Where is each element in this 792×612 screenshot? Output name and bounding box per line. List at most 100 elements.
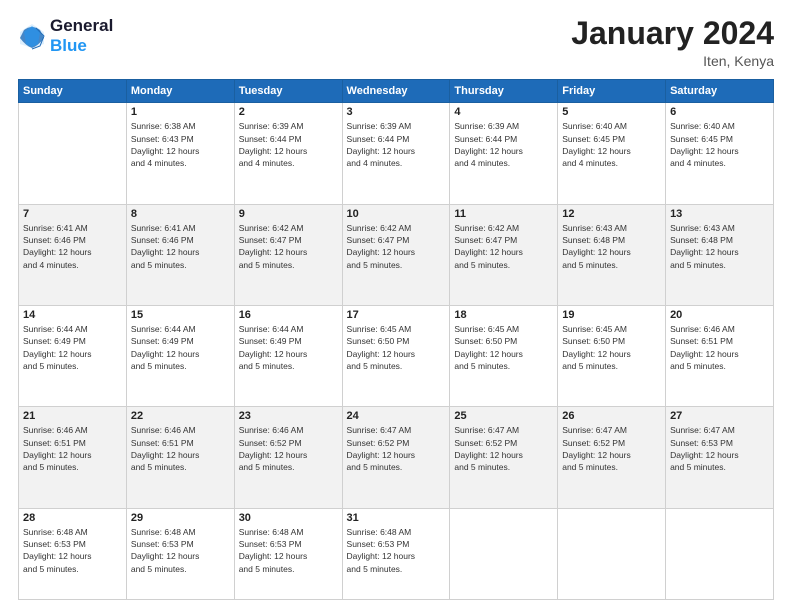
location-subtitle: Iten, Kenya bbox=[571, 53, 774, 69]
col-sunday: Sunday bbox=[19, 80, 127, 103]
day-number: 25 bbox=[454, 410, 553, 422]
day-info: Sunrise: 6:47 AM Sunset: 6:53 PM Dayligh… bbox=[670, 424, 769, 473]
day-info: Sunrise: 6:43 AM Sunset: 6:48 PM Dayligh… bbox=[670, 222, 769, 271]
day-info: Sunrise: 6:39 AM Sunset: 6:44 PM Dayligh… bbox=[239, 120, 338, 169]
day-number: 20 bbox=[670, 309, 769, 321]
day-number: 8 bbox=[131, 208, 230, 220]
day-info: Sunrise: 6:48 AM Sunset: 6:53 PM Dayligh… bbox=[347, 526, 446, 575]
table-cell: 17 Sunrise: 6:45 AM Sunset: 6:50 PM Dayli… bbox=[342, 305, 450, 406]
table-cell: 18Sunrise: 6:45 AM Sunset: 6:50 PM Dayli… bbox=[450, 305, 558, 406]
day-number: 24 bbox=[347, 410, 446, 422]
table-cell: 25Sunrise: 6:47 AM Sunset: 6:52 PM Dayli… bbox=[450, 407, 558, 508]
day-number: 5 bbox=[562, 106, 661, 118]
day-number: 14 bbox=[23, 309, 122, 321]
day-number: 26 bbox=[562, 410, 661, 422]
day-number: 28 bbox=[23, 512, 122, 524]
day-info: Sunrise: 6:48 AM Sunset: 6:53 PM Dayligh… bbox=[23, 526, 122, 575]
day-number: 4 bbox=[454, 106, 553, 118]
day-number: 22 bbox=[131, 410, 230, 422]
day-number: 11 bbox=[454, 208, 553, 220]
day-number: 1 bbox=[131, 106, 230, 118]
day-info: Sunrise: 6:45 AM Sunset: 6:50 PM Dayligh… bbox=[347, 323, 446, 372]
calendar-table: Sunday Monday Tuesday Wednesday Thursday… bbox=[18, 79, 774, 600]
table-cell: 22 Sunrise: 6:46 AM Sunset: 6:51 PM Dayli… bbox=[126, 407, 234, 508]
day-info: Sunrise: 6:41 AM Sunset: 6:46 PM Dayligh… bbox=[23, 222, 122, 271]
col-wednesday: Wednesday bbox=[342, 80, 450, 103]
day-info: Sunrise: 6:42 AM Sunset: 6:47 PM Dayligh… bbox=[347, 222, 446, 271]
table-cell: 20 Sunrise: 6:46 AM Sunset: 6:51 PM Dayli… bbox=[666, 305, 774, 406]
day-info: Sunrise: 6:40 AM Sunset: 6:45 PM Dayligh… bbox=[670, 120, 769, 169]
day-number: 30 bbox=[239, 512, 338, 524]
col-thursday: Thursday bbox=[450, 80, 558, 103]
day-number: 29 bbox=[131, 512, 230, 524]
table-cell: 12Sunrise: 6:43 AM Sunset: 6:48 PM Dayli… bbox=[558, 204, 666, 305]
day-info: Sunrise: 6:39 AM Sunset: 6:44 PM Dayligh… bbox=[454, 120, 553, 169]
calendar-header-row: Sunday Monday Tuesday Wednesday Thursday… bbox=[19, 80, 774, 103]
table-cell: 3 Sunrise: 6:39 AM Sunset: 6:44 PM Daylig… bbox=[342, 103, 450, 204]
table-cell: 26Sunrise: 6:47 AM Sunset: 6:52 PM Dayli… bbox=[558, 407, 666, 508]
day-number: 21 bbox=[23, 410, 122, 422]
day-number: 31 bbox=[347, 512, 446, 524]
day-info: Sunrise: 6:40 AM Sunset: 6:45 PM Dayligh… bbox=[562, 120, 661, 169]
table-cell: 4 Sunrise: 6:39 AM Sunset: 6:44 PM Daylig… bbox=[450, 103, 558, 204]
day-info: Sunrise: 6:46 AM Sunset: 6:51 PM Dayligh… bbox=[131, 424, 230, 473]
day-number: 12 bbox=[562, 208, 661, 220]
day-number: 9 bbox=[239, 208, 338, 220]
calendar-week-row: 1 Sunrise: 6:38 AM Sunset: 6:43 PM Daylig… bbox=[19, 103, 774, 204]
col-monday: Monday bbox=[126, 80, 234, 103]
col-tuesday: Tuesday bbox=[234, 80, 342, 103]
day-number: 13 bbox=[670, 208, 769, 220]
day-number: 17 bbox=[347, 309, 446, 321]
logo-icon bbox=[18, 22, 46, 50]
day-number: 27 bbox=[670, 410, 769, 422]
table-cell: 23 Sunrise: 6:46 AM Sunset: 6:52 PM Dayli… bbox=[234, 407, 342, 508]
calendar-week-row: 21 Sunrise: 6:46 AM Sunset: 6:51 PM Dayli… bbox=[19, 407, 774, 508]
day-info: Sunrise: 6:47 AM Sunset: 6:52 PM Dayligh… bbox=[347, 424, 446, 473]
day-number: 3 bbox=[347, 106, 446, 118]
day-info: Sunrise: 6:48 AM Sunset: 6:53 PM Dayligh… bbox=[239, 526, 338, 575]
day-number: 7 bbox=[23, 208, 122, 220]
day-number: 15 bbox=[131, 309, 230, 321]
table-cell: 9 Sunrise: 6:42 AM Sunset: 6:47 PM Daylig… bbox=[234, 204, 342, 305]
page: General Blue January 2024 Iten, Kenya Su… bbox=[0, 0, 792, 612]
table-cell: 2Sunrise: 6:39 AM Sunset: 6:44 PM Daylig… bbox=[234, 103, 342, 204]
calendar-week-row: 14 Sunrise: 6:44 AM Sunset: 6:49 PM Dayli… bbox=[19, 305, 774, 406]
month-title: January 2024 bbox=[571, 16, 774, 51]
table-cell: 1 Sunrise: 6:38 AM Sunset: 6:43 PM Daylig… bbox=[126, 103, 234, 204]
table-cell bbox=[558, 508, 666, 599]
day-number: 10 bbox=[347, 208, 446, 220]
day-info: Sunrise: 6:39 AM Sunset: 6:44 PM Dayligh… bbox=[347, 120, 446, 169]
day-info: Sunrise: 6:42 AM Sunset: 6:47 PM Dayligh… bbox=[239, 222, 338, 271]
day-info: Sunrise: 6:48 AM Sunset: 6:53 PM Dayligh… bbox=[131, 526, 230, 575]
table-cell bbox=[19, 103, 127, 204]
day-info: Sunrise: 6:45 AM Sunset: 6:50 PM Dayligh… bbox=[454, 323, 553, 372]
day-info: Sunrise: 6:41 AM Sunset: 6:46 PM Dayligh… bbox=[131, 222, 230, 271]
header: General Blue January 2024 Iten, Kenya bbox=[18, 16, 774, 69]
day-number: 16 bbox=[239, 309, 338, 321]
day-info: Sunrise: 6:45 AM Sunset: 6:50 PM Dayligh… bbox=[562, 323, 661, 372]
col-friday: Friday bbox=[558, 80, 666, 103]
table-cell: 14Sunrise: 6:44 AM Sunset: 6:49 PM Dayli… bbox=[19, 305, 127, 406]
table-cell: 21Sunrise: 6:46 AM Sunset: 6:51 PM Dayli… bbox=[19, 407, 127, 508]
table-cell: 11Sunrise: 6:42 AM Sunset: 6:47 PM Dayli… bbox=[450, 204, 558, 305]
logo: General Blue bbox=[18, 16, 113, 55]
table-cell bbox=[666, 508, 774, 599]
day-number: 23 bbox=[239, 410, 338, 422]
calendar-week-row: 7 Sunrise: 6:41 AM Sunset: 6:46 PM Daylig… bbox=[19, 204, 774, 305]
table-cell: 13 Sunrise: 6:43 AM Sunset: 6:48 PM Dayli… bbox=[666, 204, 774, 305]
day-info: Sunrise: 6:46 AM Sunset: 6:52 PM Dayligh… bbox=[239, 424, 338, 473]
table-cell bbox=[450, 508, 558, 599]
day-info: Sunrise: 6:46 AM Sunset: 6:51 PM Dayligh… bbox=[670, 323, 769, 372]
day-info: Sunrise: 6:44 AM Sunset: 6:49 PM Dayligh… bbox=[131, 323, 230, 372]
table-cell: 28 Sunrise: 6:48 AM Sunset: 6:53 PM Dayli… bbox=[19, 508, 127, 599]
table-cell: 15 Sunrise: 6:44 AM Sunset: 6:49 PM Dayli… bbox=[126, 305, 234, 406]
table-cell: 6 Sunrise: 6:40 AM Sunset: 6:45 PM Daylig… bbox=[666, 103, 774, 204]
day-number: 6 bbox=[670, 106, 769, 118]
table-cell: 27 Sunrise: 6:47 AM Sunset: 6:53 PM Dayli… bbox=[666, 407, 774, 508]
table-cell: 7 Sunrise: 6:41 AM Sunset: 6:46 PM Daylig… bbox=[19, 204, 127, 305]
table-cell: 31 Sunrise: 6:48 AM Sunset: 6:53 PM Dayli… bbox=[342, 508, 450, 599]
logo-text: General Blue bbox=[50, 16, 113, 55]
table-cell: 5 Sunrise: 6:40 AM Sunset: 6:45 PM Daylig… bbox=[558, 103, 666, 204]
day-info: Sunrise: 6:38 AM Sunset: 6:43 PM Dayligh… bbox=[131, 120, 230, 169]
day-info: Sunrise: 6:44 AM Sunset: 6:49 PM Dayligh… bbox=[239, 323, 338, 372]
